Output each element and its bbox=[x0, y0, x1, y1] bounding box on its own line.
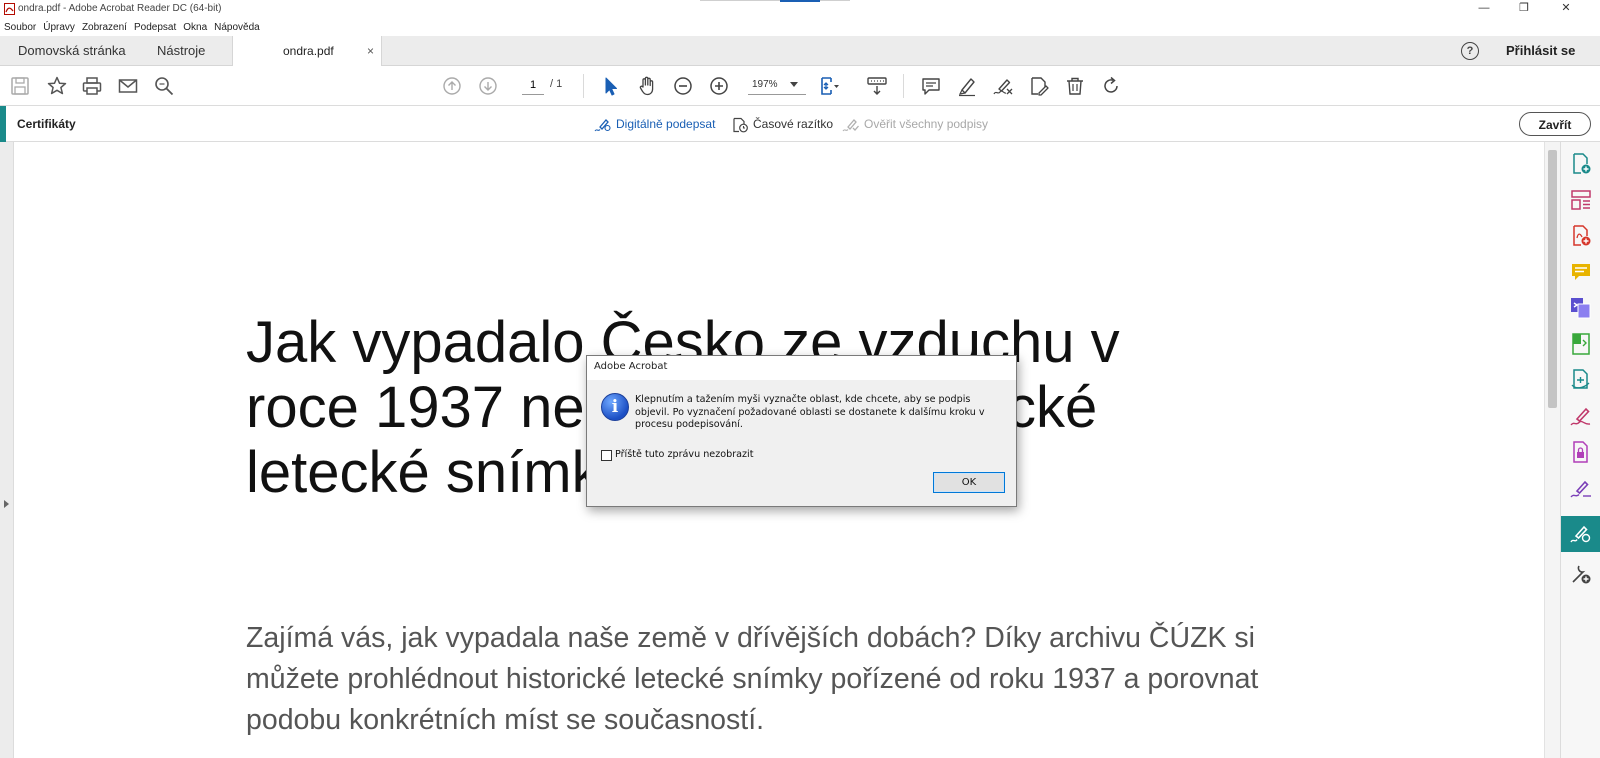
page-total: / 1 bbox=[550, 78, 563, 90]
right-tools-pane bbox=[1560, 142, 1600, 758]
toolbar-separator bbox=[583, 74, 584, 98]
hand-tool-icon[interactable] bbox=[636, 75, 658, 97]
email-icon[interactable] bbox=[117, 75, 139, 97]
save-icon[interactable] bbox=[9, 75, 31, 97]
menu-podepsat[interactable]: Podepsat bbox=[134, 22, 176, 33]
scrollbar-thumb[interactable] bbox=[1548, 150, 1557, 408]
left-pane-collapse[interactable] bbox=[0, 142, 14, 758]
info-dialog: Adobe Acrobat i Klepnutím a tažením myši… bbox=[586, 355, 1017, 507]
help-icon[interactable]: ? bbox=[1461, 42, 1479, 60]
acrobat-app-icon bbox=[4, 3, 15, 15]
menu-zobrazeni[interactable]: Zobrazení bbox=[82, 22, 127, 33]
fill-sign-icon[interactable] bbox=[1569, 404, 1593, 428]
print-icon[interactable] bbox=[81, 75, 103, 97]
window-title: ondra.pdf - Adobe Acrobat Reader DC (64-… bbox=[18, 3, 222, 14]
certificates-title: Certifikáty bbox=[17, 117, 76, 131]
timestamp-label: Časové razítko bbox=[753, 117, 834, 131]
tab-home[interactable]: Domovská stránka bbox=[18, 36, 126, 66]
timestamp-icon bbox=[733, 117, 748, 133]
dont-show-again-checkbox[interactable] bbox=[601, 450, 612, 461]
vertical-scrollbar[interactable] bbox=[1544, 142, 1560, 758]
certificate-sign-icon bbox=[1570, 525, 1591, 543]
taskbar-hint-accent bbox=[780, 0, 820, 2]
next-page-icon[interactable] bbox=[477, 75, 499, 97]
keyboard-scroll-icon[interactable] bbox=[866, 75, 888, 97]
tab-close-icon[interactable]: × bbox=[367, 36, 374, 66]
tab-document-label: ondra.pdf bbox=[283, 44, 334, 58]
comment-icon[interactable] bbox=[920, 75, 942, 97]
menu-okna[interactable]: Okna bbox=[183, 22, 207, 33]
comment-tool-icon[interactable] bbox=[1569, 260, 1593, 284]
timestamp-button[interactable]: Časové razítko bbox=[731, 106, 833, 142]
tab-document[interactable]: ondra.pdf × bbox=[232, 36, 382, 66]
page-display-icon[interactable] bbox=[818, 75, 840, 97]
combine-files-icon[interactable] bbox=[1569, 296, 1593, 320]
select-pointer-icon[interactable] bbox=[600, 75, 622, 97]
scan-ocr-icon[interactable] bbox=[1569, 368, 1593, 392]
info-icon: i bbox=[601, 393, 629, 421]
digital-sign-icon bbox=[594, 118, 611, 132]
window-close-button[interactable]: ✕ bbox=[1546, 0, 1586, 18]
expand-arrow-icon[interactable] bbox=[4, 500, 9, 508]
more-tools-icon[interactable] bbox=[1569, 562, 1593, 586]
window-title-bar: ondra.pdf - Adobe Acrobat Reader DC (64-… bbox=[0, 0, 1600, 18]
delete-trash-icon[interactable] bbox=[1064, 75, 1086, 97]
sign-in-link[interactable]: Přihlásit se bbox=[1506, 36, 1575, 66]
certificates-tool-active[interactable] bbox=[1561, 516, 1600, 552]
protect-document-icon[interactable] bbox=[1569, 440, 1593, 464]
organize-pages-icon[interactable] bbox=[1569, 188, 1593, 212]
export-pdf-icon[interactable] bbox=[1569, 224, 1593, 248]
dont-show-again-label[interactable]: Příště tuto zprávu nezobrazit bbox=[615, 449, 753, 460]
taskbar-hint-line bbox=[700, 0, 850, 1]
verify-all-label: Ověřit všechny podpisy bbox=[864, 117, 989, 131]
tab-bar: Domovská stránka Nástroje ondra.pdf × ? … bbox=[0, 36, 1600, 66]
zoom-dropdown-icon[interactable] bbox=[790, 82, 798, 87]
menu-bar: Soubor Úpravy Zobrazení Podepsat Okna Ná… bbox=[0, 18, 1600, 36]
digital-sign-button[interactable]: Digitálně podepsat bbox=[594, 106, 715, 142]
restore-button[interactable]: ❐ bbox=[1504, 0, 1544, 18]
ok-button[interactable]: OK bbox=[933, 472, 1005, 493]
highlight-pen-icon[interactable] bbox=[956, 75, 978, 97]
create-pdf-icon[interactable] bbox=[1569, 152, 1593, 176]
previous-page-icon[interactable] bbox=[441, 75, 463, 97]
certificates-accent-strip bbox=[0, 106, 6, 142]
zoom-in-icon[interactable] bbox=[708, 75, 730, 97]
digital-sign-label: Digitálně podepsat bbox=[616, 117, 716, 131]
minimize-button[interactable]: — bbox=[1464, 0, 1504, 18]
main-toolbar: / 1 197% bbox=[0, 66, 1600, 106]
zoom-out-icon[interactable] bbox=[672, 75, 694, 97]
search-icon[interactable] bbox=[153, 75, 175, 97]
toolbar-separator bbox=[903, 74, 904, 98]
compress-pdf-icon[interactable] bbox=[1569, 332, 1593, 356]
edit-document-icon[interactable] bbox=[1028, 75, 1050, 97]
menu-soubor[interactable]: Soubor bbox=[4, 22, 36, 33]
article-paragraph: Zajímá vás, jak vypadala naše země v dří… bbox=[246, 622, 1259, 736]
dialog-title-bar[interactable]: Adobe Acrobat bbox=[587, 356, 1016, 380]
menu-napoveda[interactable]: Nápověda bbox=[214, 22, 260, 33]
verify-all-signatures-button[interactable]: Ověřit všechny podpisy bbox=[842, 106, 988, 142]
sign-pen-icon[interactable] bbox=[992, 75, 1014, 97]
dialog-message: Klepnutím a tažením myši vyznačte oblast… bbox=[635, 394, 985, 430]
close-certificates-button[interactable]: Zavřít bbox=[1519, 112, 1591, 136]
rotate-icon[interactable] bbox=[1100, 75, 1122, 97]
tab-tools[interactable]: Nástroje bbox=[157, 36, 205, 66]
certificates-toolbar: Certifikáty Digitálně podepsat Časové ra… bbox=[0, 106, 1600, 142]
bookmark-star-icon[interactable] bbox=[46, 75, 68, 97]
page-number-input[interactable] bbox=[522, 76, 544, 95]
menu-upravy[interactable]: Úpravy bbox=[43, 22, 75, 33]
send-for-signature-icon[interactable] bbox=[1569, 476, 1593, 500]
verify-signatures-icon bbox=[842, 118, 859, 132]
dialog-title: Adobe Acrobat bbox=[594, 361, 668, 372]
